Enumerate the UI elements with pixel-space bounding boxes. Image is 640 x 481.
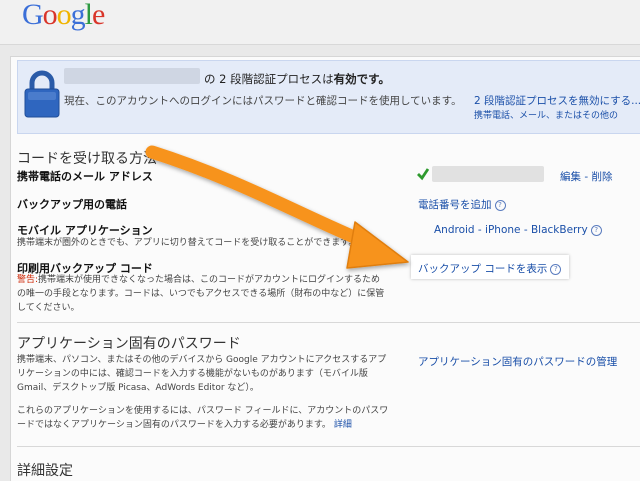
mobile-email-label: 携帯電話のメール アドレス	[17, 170, 153, 183]
status-prefix: の 2 段階認証プロセスは	[204, 72, 334, 86]
section-divider	[17, 322, 640, 323]
two-step-status: の 2 段階認証プロセスは有効です。	[204, 71, 390, 87]
help-icon[interactable]: ?	[590, 225, 602, 236]
banner-description: 現在、このアカウントへのログインにはパスワードと確認コードを使用しています。	[64, 95, 462, 107]
status-value: 有効です。	[333, 72, 390, 86]
platforms-label: Android - iPhone - BlackBerry	[434, 224, 588, 236]
help-icon[interactable]: ?	[550, 264, 562, 275]
show-backup-codes-link[interactable]: バックアップ コードを表示?	[418, 261, 562, 276]
logo-letter: G	[22, 0, 44, 31]
logo-letter: e	[92, 0, 105, 31]
checkmark-icon	[417, 168, 430, 181]
edit-delete-link[interactable]: 編集 - 削除	[560, 169, 612, 184]
mobile-app-desc: 携帯端末が圏外のときでも、アプリに切り替えてコードを受け取ることができます。	[17, 238, 358, 248]
mobile-app-platforms-link[interactable]: Android - iPhone - BlackBerry?	[434, 224, 602, 236]
add-phone-link[interactable]: 電話番号を追加?	[418, 197, 506, 212]
redacted-account-name	[64, 68, 200, 84]
section-divider	[17, 446, 640, 447]
help-icon[interactable]: ?	[494, 200, 506, 211]
top-bar: Google	[0, 0, 640, 45]
logo-letter: g	[70, 0, 86, 31]
logo-letter: o	[42, 0, 58, 31]
lock-icon	[24, 70, 60, 118]
app-passwords-desc1: 携帯端末、パソコン、またはその他のデバイスから Google アカウントにアクセ…	[17, 355, 387, 393]
advanced-settings-title: 詳細設定	[17, 463, 73, 479]
backup-codes-desc-text: 携帯端末が使用できなくなった場合は、このコードがアカウントにログインするための唯…	[17, 275, 385, 313]
app-passwords-desc2: これらのアプリケーションを使用するには、パスワード フィールドに、アカウントのパ…	[17, 404, 392, 432]
backup-phone-label: バックアップ用の電話	[17, 198, 127, 211]
disable-two-step-link[interactable]: 2 段階認証プロセスを無効にする...	[474, 93, 640, 108]
logo-letter: o	[56, 0, 72, 31]
code-section-title: コードを受け取る方法	[17, 151, 157, 167]
logo-letter: l	[84, 0, 93, 31]
warning-label: 警告:	[17, 275, 39, 285]
add-phone-label: 電話番号を追加	[418, 199, 492, 211]
disable-sub-link[interactable]: 携帯電話、メール、またはその他の	[474, 108, 618, 121]
redacted-phone-email	[432, 166, 544, 182]
backup-codes-desc: 警告:携帯端末が使用できなくなった場合は、このコードがアカウントにログインするた…	[17, 273, 389, 315]
app-passwords-title: アプリケーション固有のパスワード	[17, 336, 241, 352]
manage-app-passwords-link[interactable]: アプリケーション固有のパスワードの管理	[418, 354, 617, 369]
google-logo[interactable]: Google	[22, 0, 105, 32]
details-link[interactable]: 詳細	[334, 420, 352, 430]
show-backup-codes-label: バックアップ コードを表示	[418, 263, 548, 275]
app-passwords-desc2-text: これらのアプリケーションを使用するには、パスワード フィールドに、アカウントのパ…	[17, 406, 389, 430]
